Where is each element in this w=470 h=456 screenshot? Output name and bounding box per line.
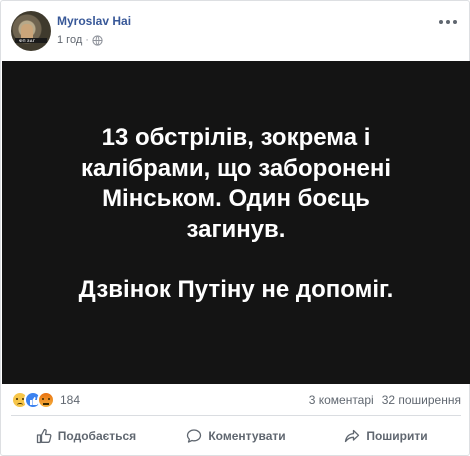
comments-count-link[interactable]: 3 коментарі (309, 393, 374, 407)
post-meta: 1 год · (57, 34, 103, 46)
image-text-line: загинув. (186, 215, 286, 243)
post-time[interactable]: 1 год (57, 34, 82, 46)
post-image-card[interactable]: 13 обстрілів, зокрема і калібрами, що за… (2, 61, 470, 384)
comment-icon (187, 429, 202, 443)
avatar-text: ФП ЗАГ (19, 38, 36, 43)
share-arrow-icon (345, 429, 360, 443)
post-stats: 184 3 коментарі 32 поширення (11, 390, 461, 410)
angry-reaction-icon (37, 391, 55, 409)
shares-count-link[interactable]: 32 поширення (382, 393, 461, 407)
author-name[interactable]: Myroslav Hai (57, 14, 131, 28)
image-text-line: калібрами, що заборонені (81, 154, 391, 182)
reactions-summary[interactable]: 184 (11, 391, 80, 409)
like-label: Подобається (57, 429, 137, 443)
globe-icon (92, 34, 103, 46)
image-text-line: 13 обстрілів, зокрема і (101, 124, 371, 151)
share-button[interactable]: Поширити (311, 419, 461, 453)
share-label: Поширити (366, 429, 428, 443)
like-button[interactable]: Подобається (11, 419, 161, 453)
comment-label: Коментувати (208, 429, 286, 443)
thumbs-up-icon (36, 428, 52, 444)
image-text-line: Мінськом. Один боєць (102, 185, 370, 212)
meta-separator: · (85, 34, 89, 46)
comment-button[interactable]: Коментувати (161, 419, 311, 453)
stats-right: 3 коментарі 32 поширення (309, 393, 461, 407)
image-text: 13 обстрілів, зокрема і калібрами, що за… (2, 123, 470, 306)
reaction-count: 184 (60, 393, 81, 407)
post-actions: Подобається Коментувати Поширити (11, 419, 461, 453)
more-options-icon[interactable] (439, 17, 457, 27)
avatar[interactable]: ФП ЗАГ (11, 11, 51, 51)
facebook-post: ФП ЗАГ Myroslav Hai 1 год · 13 обстрілів… (0, 0, 470, 456)
post-header: ФП ЗАГ Myroslav Hai 1 год · (11, 11, 461, 53)
image-text-line: Дзвінок Путіну не допоміг. (78, 276, 394, 303)
divider (11, 415, 461, 416)
